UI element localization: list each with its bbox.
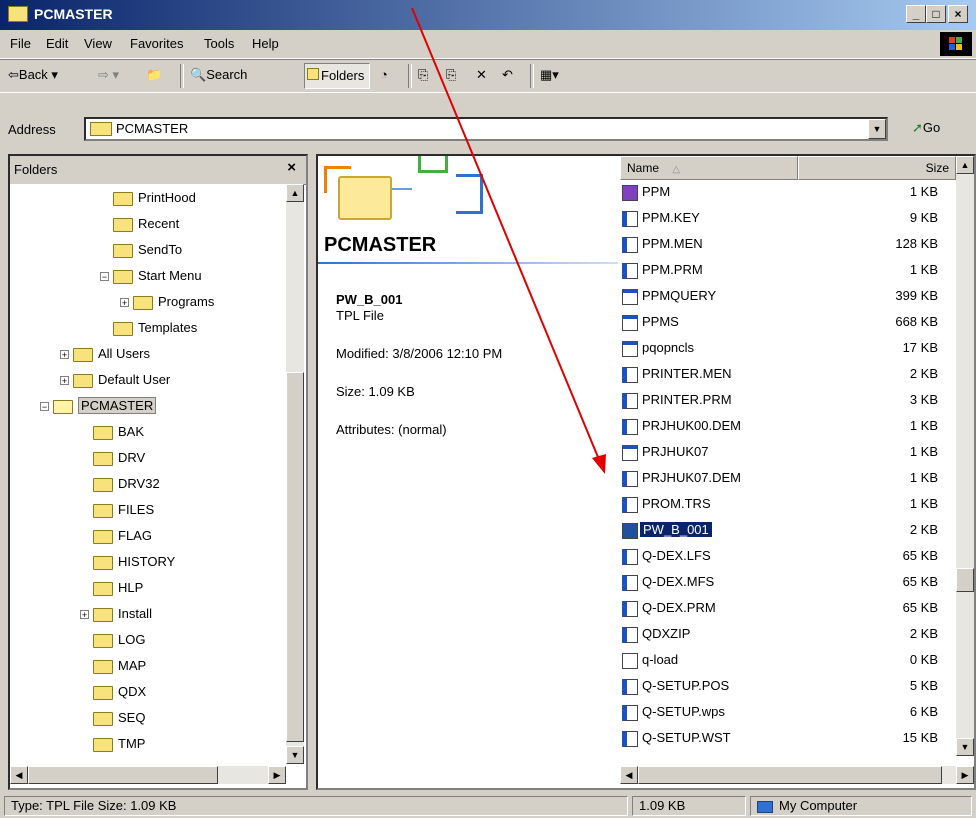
status-zone: My Computer bbox=[750, 796, 972, 816]
status-bar: Type: TPL File Size: 1.09 KB 1.09 KB My … bbox=[0, 794, 976, 818]
annotation-arrow bbox=[411, 7, 606, 474]
my-computer-icon bbox=[757, 800, 773, 813]
status-zone-label: My Computer bbox=[779, 798, 858, 813]
status-type-size: Type: TPL File Size: 1.09 KB bbox=[4, 796, 628, 816]
status-size: 1.09 KB bbox=[632, 796, 746, 816]
